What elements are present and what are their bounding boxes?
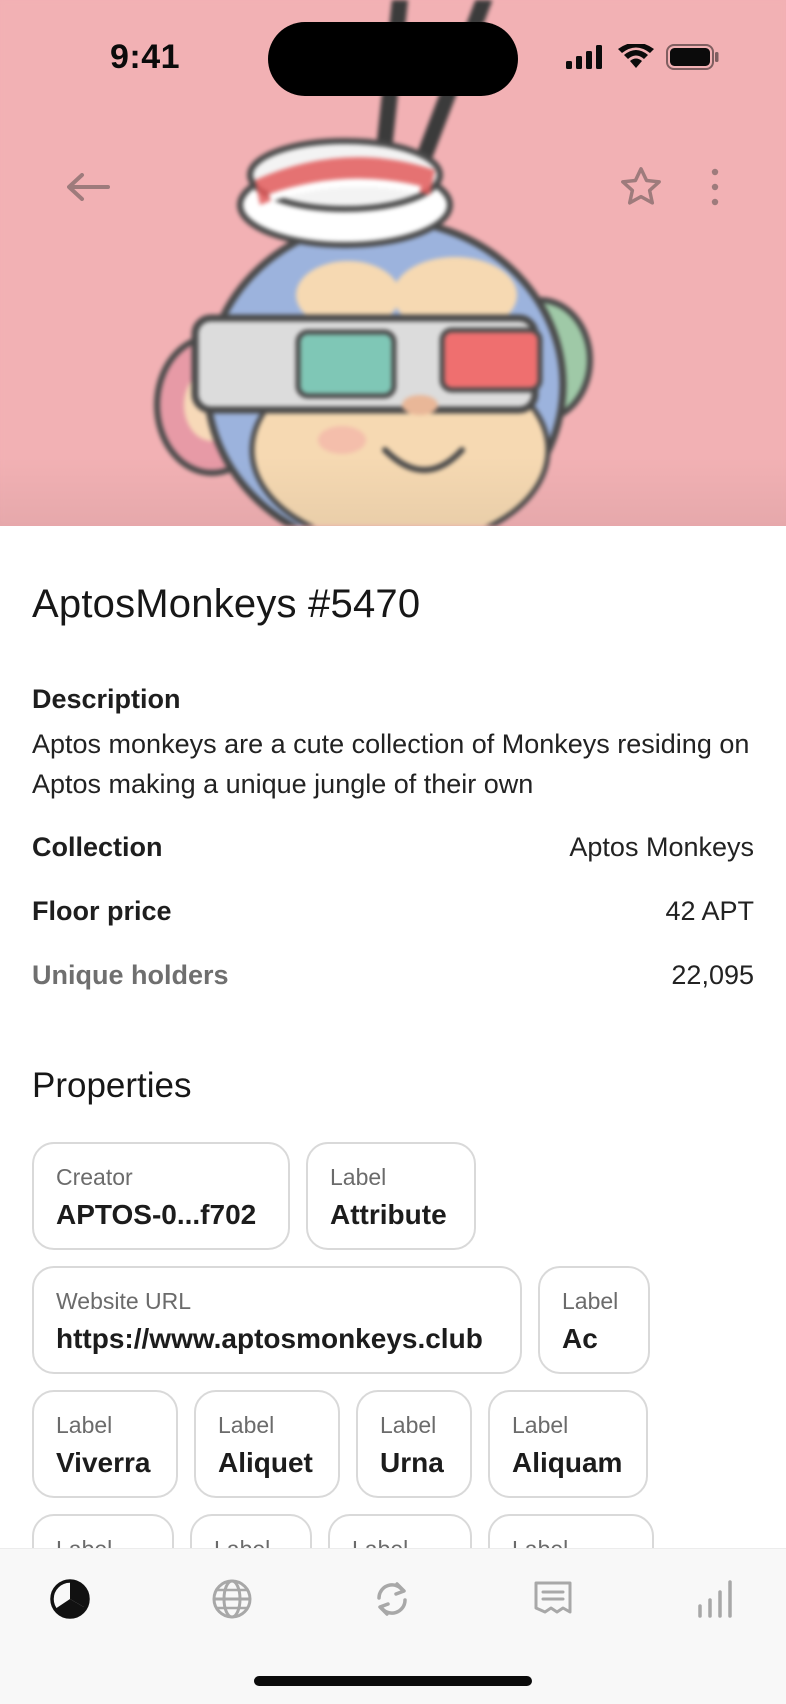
swap-icon [377, 1582, 407, 1616]
battery-icon [666, 44, 719, 70]
property-chip-creator[interactable]: Creator APTOS-0...f702 [32, 1142, 290, 1250]
property-chip[interactable]: Label Attribute [306, 1142, 476, 1250]
nft-title: AptosMonkeys #5470 [32, 582, 421, 626]
description-text: Aptos monkeys are a cute collection of M… [32, 729, 750, 799]
property-row: Website URL https://www.aptosmonkeys.clu… [32, 1266, 754, 1374]
status-icons [566, 44, 720, 70]
detail-value: 42 APT [665, 896, 754, 926]
more-vertical-icon [711, 168, 719, 206]
property-row: Label Viverra Label Aliquet Label Urna L… [32, 1390, 754, 1498]
cellular-signal-icon [566, 45, 602, 69]
property-value: Aliquam [512, 1447, 623, 1478]
detail-row-floor-price: Floor price 42 APT [32, 896, 754, 927]
tab-swap[interactable] [362, 1575, 422, 1623]
property-label: Label [380, 1412, 437, 1438]
properties-title: Properties [32, 1066, 192, 1105]
property-chip[interactable]: Label Viverra [32, 1390, 178, 1498]
property-chip-website-url[interactable]: Website URL https://www.aptosmonkeys.clu… [32, 1266, 522, 1374]
arrow-left-icon [67, 173, 110, 201]
detail-key: Collection [32, 832, 163, 862]
detail-key: Unique holders [32, 960, 229, 990]
back-button[interactable] [62, 162, 112, 212]
property-chip[interactable]: Label Aliquam [488, 1390, 648, 1498]
tab-explore[interactable] [202, 1575, 262, 1623]
property-value: Attribute [330, 1199, 447, 1230]
property-chip[interactable]: Label Ac [538, 1266, 650, 1374]
portfolio-icon [50, 1579, 90, 1619]
detail-value: Aptos Monkeys [569, 832, 754, 862]
star-icon [621, 167, 661, 205]
property-label: Creator [56, 1164, 133, 1190]
property-row: Creator APTOS-0...f702 Label Attribute [32, 1142, 754, 1250]
property-label: Label [562, 1288, 619, 1314]
status-time: 9:41 [110, 38, 181, 76]
property-value: Viverra [56, 1447, 151, 1478]
signal-icon [698, 1580, 732, 1618]
home-indicator [254, 1676, 532, 1686]
property-label: Label [218, 1412, 275, 1438]
detail-row-collection[interactable]: Collection Aptos Monkeys [32, 832, 754, 863]
property-value: Ac [562, 1323, 598, 1354]
tab-portfolio[interactable] [40, 1575, 100, 1623]
receipt-icon [534, 1581, 572, 1614]
description-label: Description [32, 684, 181, 714]
tab-markets[interactable] [686, 1575, 746, 1623]
property-chip[interactable]: Label Aliquet [194, 1390, 340, 1498]
property-value: https://www.aptosmonkeys.club [56, 1323, 483, 1354]
more-options-button[interactable] [700, 162, 730, 212]
property-value: APTOS-0...f702 [56, 1199, 257, 1230]
property-label: Label [512, 1412, 569, 1438]
detail-row-unique-holders: Unique holders 22,095 [32, 960, 754, 991]
globe-icon [212, 1579, 252, 1619]
property-label: Label [56, 1412, 113, 1438]
detail-value: 22,095 [671, 960, 754, 990]
dynamic-island [268, 22, 518, 96]
property-value: Urna [380, 1447, 444, 1478]
property-label: Website URL [56, 1288, 192, 1314]
property-label: Label [330, 1164, 387, 1190]
detail-key: Floor price [32, 896, 172, 926]
property-value: Aliquet [218, 1447, 313, 1478]
tab-activity[interactable] [523, 1575, 583, 1623]
favorite-button[interactable] [616, 162, 666, 212]
wifi-icon [618, 44, 654, 68]
property-chip[interactable]: Label Urna [356, 1390, 472, 1498]
